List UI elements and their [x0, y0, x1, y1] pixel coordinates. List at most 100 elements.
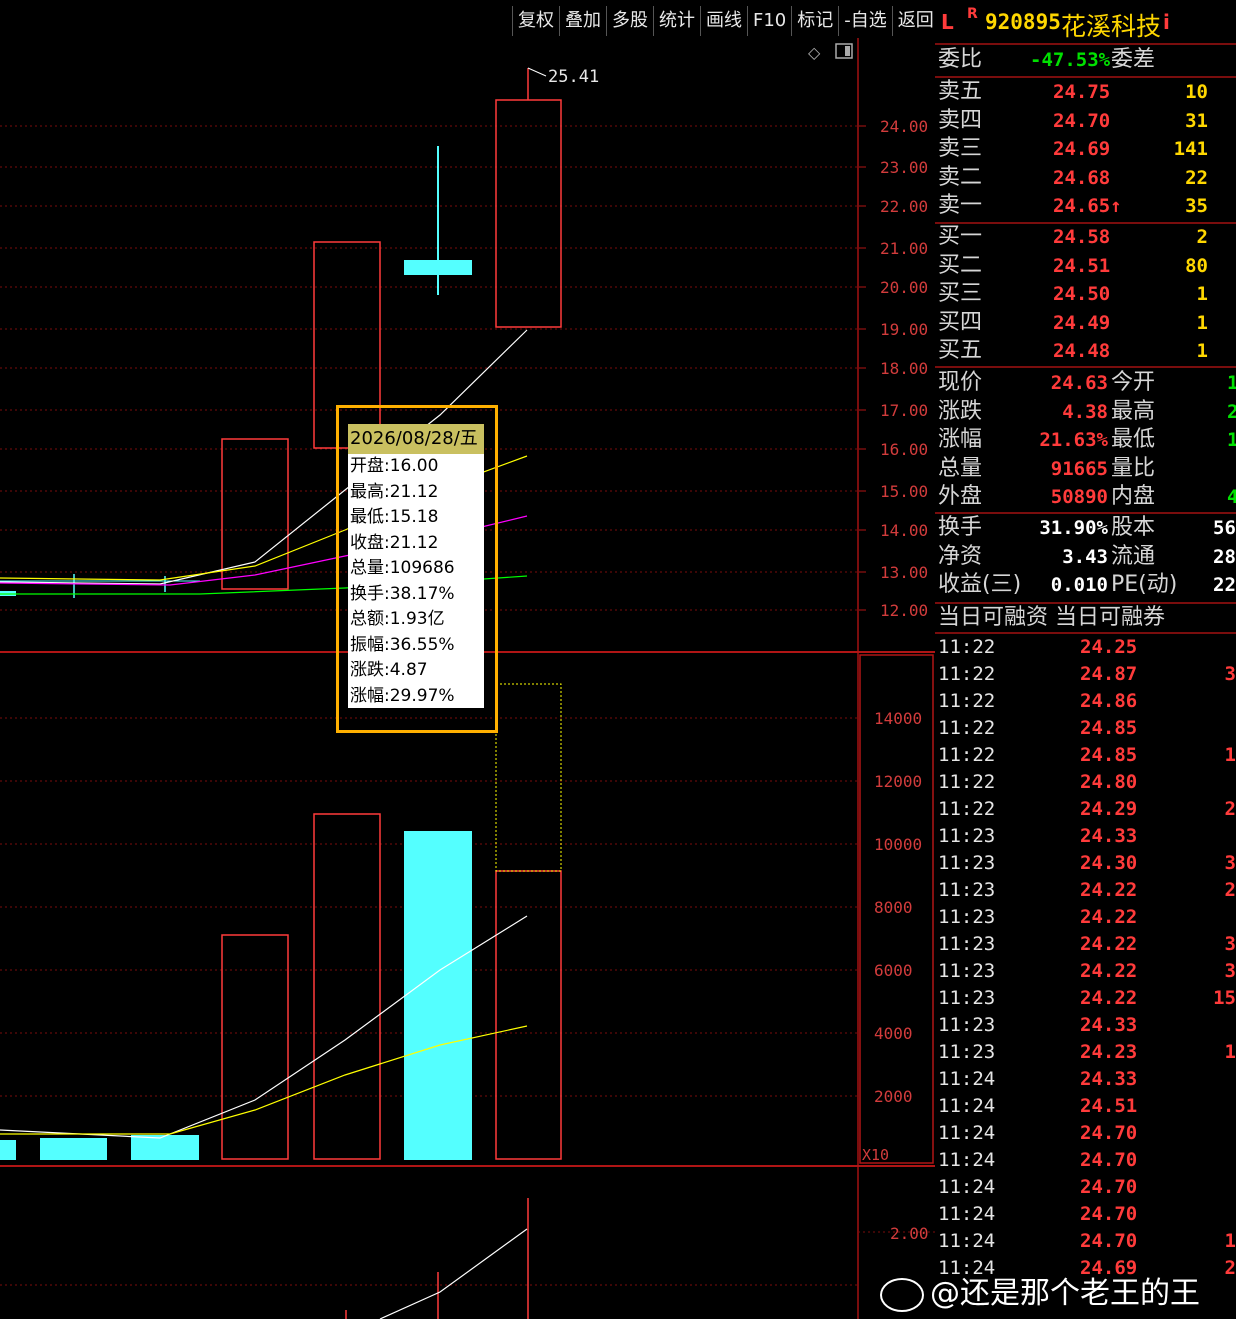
price-axis-label: 20.00	[880, 278, 928, 297]
volume-axis-label: 10000	[874, 835, 922, 854]
price-axis-label: 17.00	[880, 401, 928, 420]
toolbar-button[interactable]: 复权	[512, 6, 559, 36]
toolbar-button[interactable]: F10	[747, 6, 791, 36]
tooltip-line: 总量:109686	[350, 558, 455, 578]
tick-row: 11:22 24.85 1	[938, 744, 1236, 766]
kline-tooltip: 2026/08/28/五 开盘:16.00 最高:21.12 最低:15.18 收盘:…	[336, 405, 498, 733]
margin-header: 当日可融资 当日可融券	[938, 605, 1165, 630]
level-volume: 2	[1196, 226, 1208, 248]
tick-row: 11:24 24.51	[938, 1095, 1138, 1117]
tick-row: 11:23 24.30 3	[938, 852, 1236, 874]
level-label: 买四	[938, 309, 983, 335]
tick-row: 11:23 24.33	[938, 1014, 1138, 1036]
vol-bar	[40, 1138, 107, 1160]
toolbar-button[interactable]: 返回	[891, 6, 939, 36]
tick-row: 11:24 24.70	[938, 1176, 1138, 1198]
toolbar-button[interactable]: 叠加	[559, 6, 606, 36]
tooltip-line: 最高:21.12	[350, 481, 439, 502]
sell-row[interactable]: 卖二 24.68 22	[935, 164, 1236, 192]
level-label: 买一	[938, 224, 983, 249]
stock-name: 花溪科技	[1061, 12, 1162, 41]
level-price: 24.58	[1053, 226, 1111, 248]
level-label: 卖四	[938, 107, 983, 133]
level-price: 24.65↑	[1053, 195, 1122, 218]
toolbar-button[interactable]: 统计	[653, 6, 700, 36]
tooltip-line: 涨幅:29.97%	[350, 685, 455, 706]
tooltip-date: 2026/08/28/五	[348, 424, 484, 454]
quote-row: 现价 24.63 今开 1	[938, 370, 1236, 395]
price-axis-label: 15.00	[880, 482, 928, 501]
tooltip-line: 收盘:21.12	[350, 532, 439, 553]
level-price: 24.51	[1053, 254, 1111, 277]
buy-row[interactable]: 买二 24.51 80	[935, 252, 1236, 280]
price-axis-label: 18.00	[880, 359, 928, 378]
buy-row[interactable]: 买三 24.50 1	[935, 280, 1236, 308]
quote-row: 总量 91665 量比	[938, 455, 1156, 481]
tick-row: 11:23 24.22	[938, 906, 1138, 928]
level-volume: 80	[1185, 254, 1208, 277]
level-price: 24.48	[1053, 340, 1111, 363]
toolbar-button[interactable]: 标记	[791, 6, 838, 36]
watermark: @还是那个老王的王	[880, 1268, 1200, 1312]
vol-bar	[221, 934, 289, 1160]
tick-row: 11:23 24.22 15	[938, 987, 1236, 1009]
buy-row[interactable]: 买四 24.49 1	[935, 309, 1236, 337]
stock-header[interactable]: L R 920895 花溪科技 i	[935, 0, 1236, 42]
price-axis-label: 21.00	[880, 239, 928, 258]
ind-line	[379, 1228, 528, 1319]
ind-axis-label: 2.00	[890, 1224, 929, 1243]
weibo-icon	[880, 1277, 924, 1312]
price-axis: 24.00 23.00 22.00 21.00 20.00 19.00 18.00 17.00…	[858, 117, 928, 620]
sell-row[interactable]: 卖三 24.69 141	[935, 135, 1236, 163]
buy-row[interactable]: 买五 24.48 1	[935, 337, 1236, 365]
price-axis-label: 19.00	[880, 320, 928, 339]
buy-row[interactable]: 买一 24.58 2	[935, 223, 1236, 251]
price-axis-label: 13.00	[880, 563, 928, 582]
toolbar-button[interactable]: 画线	[700, 6, 747, 36]
volume-axis-label: 8000	[874, 898, 913, 917]
fund-row: 净资 3.43 流通 28	[938, 543, 1236, 569]
level-price: 24.70	[1053, 109, 1111, 132]
tick-row: 11:22 24.87 3	[938, 663, 1236, 685]
price-axis-label: 16.00	[880, 440, 928, 459]
sell-row[interactable]: 卖四 24.70 31	[935, 107, 1236, 135]
tick-row: 11:22 24.85	[938, 717, 1138, 739]
vol-forecast	[495, 683, 562, 872]
quote-row: 涨幅 21.63% 最低 1	[938, 427, 1236, 453]
tick-row: 11:24 24.70	[938, 1149, 1138, 1171]
volume-axis-label: 2000	[874, 1087, 913, 1106]
level-volume: 35	[1185, 195, 1208, 218]
tick-row: 11:22 24.86	[938, 690, 1138, 712]
volume-axis-label: 14000	[874, 709, 922, 728]
toolbar-button[interactable]: 多股	[606, 6, 653, 36]
volume-axis-label: 12000	[874, 772, 922, 791]
level-volume: 1	[1196, 283, 1208, 306]
vol-bar	[495, 870, 562, 1160]
level-label: 买三	[938, 281, 983, 307]
tick-row: 11:24 24.70	[938, 1203, 1138, 1225]
price-axis-label: 22.00	[880, 197, 928, 216]
candle	[495, 99, 562, 328]
price-axis-label: 23.00	[880, 158, 928, 177]
fund-row: 收益(三) 0.010 PE(动) 22	[938, 572, 1236, 598]
price-axis-label: 14.00	[880, 521, 928, 540]
quote-row: 外盘 50890 内盘 4	[938, 484, 1236, 510]
tick-row: 11:22 24.80	[938, 771, 1138, 793]
sell-row[interactable]: 卖五 24.75 10	[935, 78, 1236, 106]
volume-axis-label: 6000	[874, 961, 913, 980]
level-volume: 31	[1185, 109, 1208, 132]
toolbar-button[interactable]: -自选	[838, 6, 892, 36]
tick-row: 11:24 24.33	[938, 1068, 1138, 1090]
level-volume: 141	[1173, 138, 1208, 161]
level-volume: 22	[1185, 166, 1208, 189]
diamond-icon: ◇	[808, 43, 821, 62]
quote-row: 涨跌 4.38 最高 2	[938, 398, 1236, 424]
price-axis-label: 12.00	[880, 601, 928, 620]
vol-bar	[404, 831, 472, 1160]
level-label: 卖五	[938, 79, 983, 104]
sell-row[interactable]: 卖一 24.65↑ 35	[935, 192, 1236, 220]
tooltip-line: 振幅:36.55%	[350, 634, 455, 655]
level-volume: 1	[1196, 311, 1208, 334]
level-label: 卖二	[938, 164, 983, 190]
tooltip-line: 开盘:16.00	[350, 456, 439, 476]
